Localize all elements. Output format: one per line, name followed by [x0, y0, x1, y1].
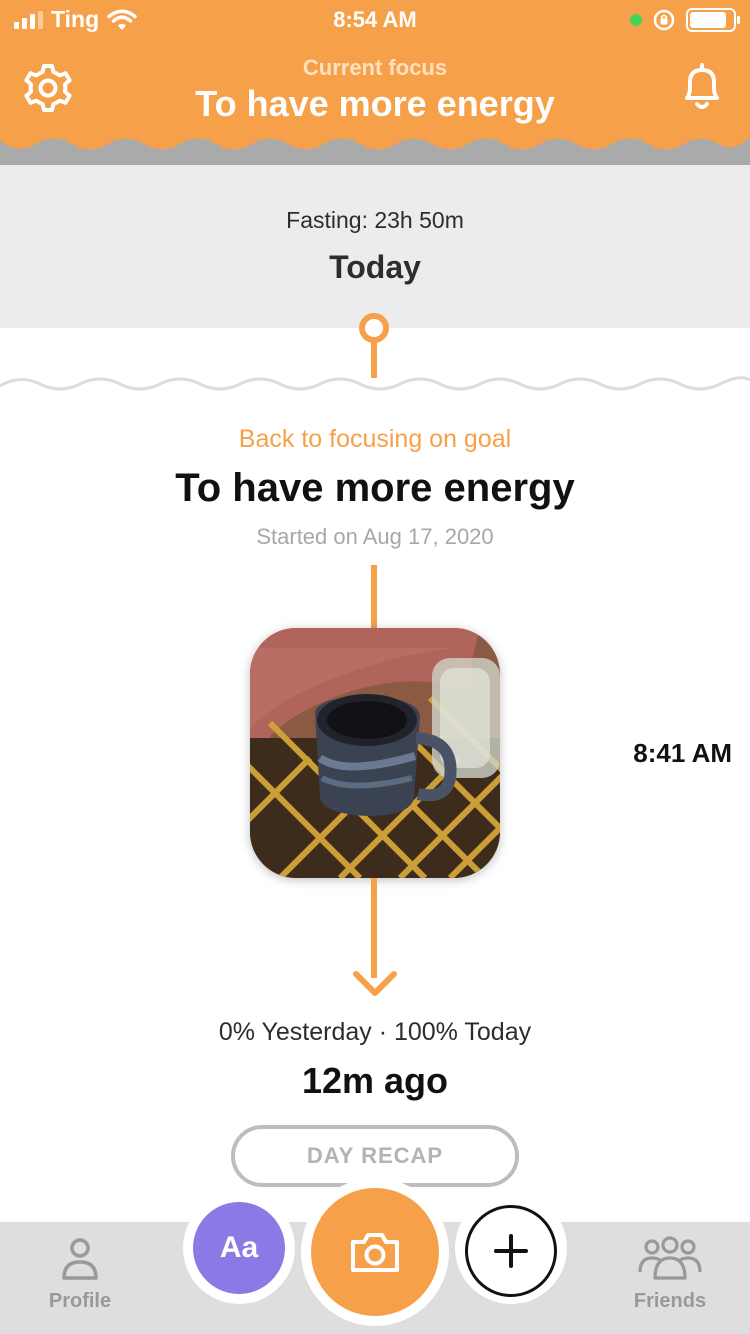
- tab-friends[interactable]: Friends: [610, 1236, 730, 1313]
- tab-profile[interactable]: Profile: [20, 1236, 140, 1313]
- battery-icon: [686, 8, 740, 32]
- tab-profile-label: Profile: [48, 1290, 112, 1312]
- orientation-lock-icon: [653, 9, 675, 31]
- timeline-node: [359, 313, 389, 343]
- group-icon: [638, 1236, 702, 1280]
- meal-photo[interactable]: [250, 628, 500, 878]
- add-entry-button[interactable]: [465, 1205, 557, 1297]
- plus-icon: [494, 1234, 528, 1268]
- time-since-last: 12m ago: [301, 1060, 449, 1101]
- camera-icon: [351, 1233, 399, 1272]
- add-text-label: Aa: [219, 1231, 259, 1264]
- timeline-line: [371, 565, 377, 629]
- progress-summary: 0% Yesterday · 100% Today: [218, 1018, 532, 1046]
- tab-friends-label: Friends: [633, 1290, 707, 1312]
- day-label: Today: [329, 249, 421, 285]
- notifications-button[interactable]: [672, 58, 732, 118]
- current-focus-label: Current focus: [302, 55, 448, 80]
- today-band: Fasting: 23h 50m Today: [0, 165, 750, 328]
- person-icon: [62, 1238, 98, 1280]
- coffee-mug-photo: [250, 628, 500, 878]
- status-bar: Ting 8:54 AM: [0, 0, 750, 40]
- goal-start-date: Started on Aug 17, 2020: [256, 524, 494, 549]
- arrow-down-icon: [353, 971, 397, 996]
- camera-in-use-indicator: [630, 14, 642, 26]
- entry-time: 8:41 AM: [633, 738, 732, 768]
- timeline-line: [371, 340, 377, 378]
- bell-icon: [685, 63, 719, 109]
- camera-button[interactable]: [311, 1188, 439, 1316]
- current-focus-title: To have more energy: [195, 83, 555, 124]
- fasting-duration: Fasting: 23h 50m: [286, 207, 464, 233]
- goal-subtitle: Back to focusing on goal: [238, 425, 512, 453]
- goal-title[interactable]: To have more energy: [0, 466, 750, 511]
- add-text-button[interactable]: Aa: [193, 1202, 285, 1294]
- app-header: Ting 8:54 AM Current focus To have more …: [0, 0, 750, 165]
